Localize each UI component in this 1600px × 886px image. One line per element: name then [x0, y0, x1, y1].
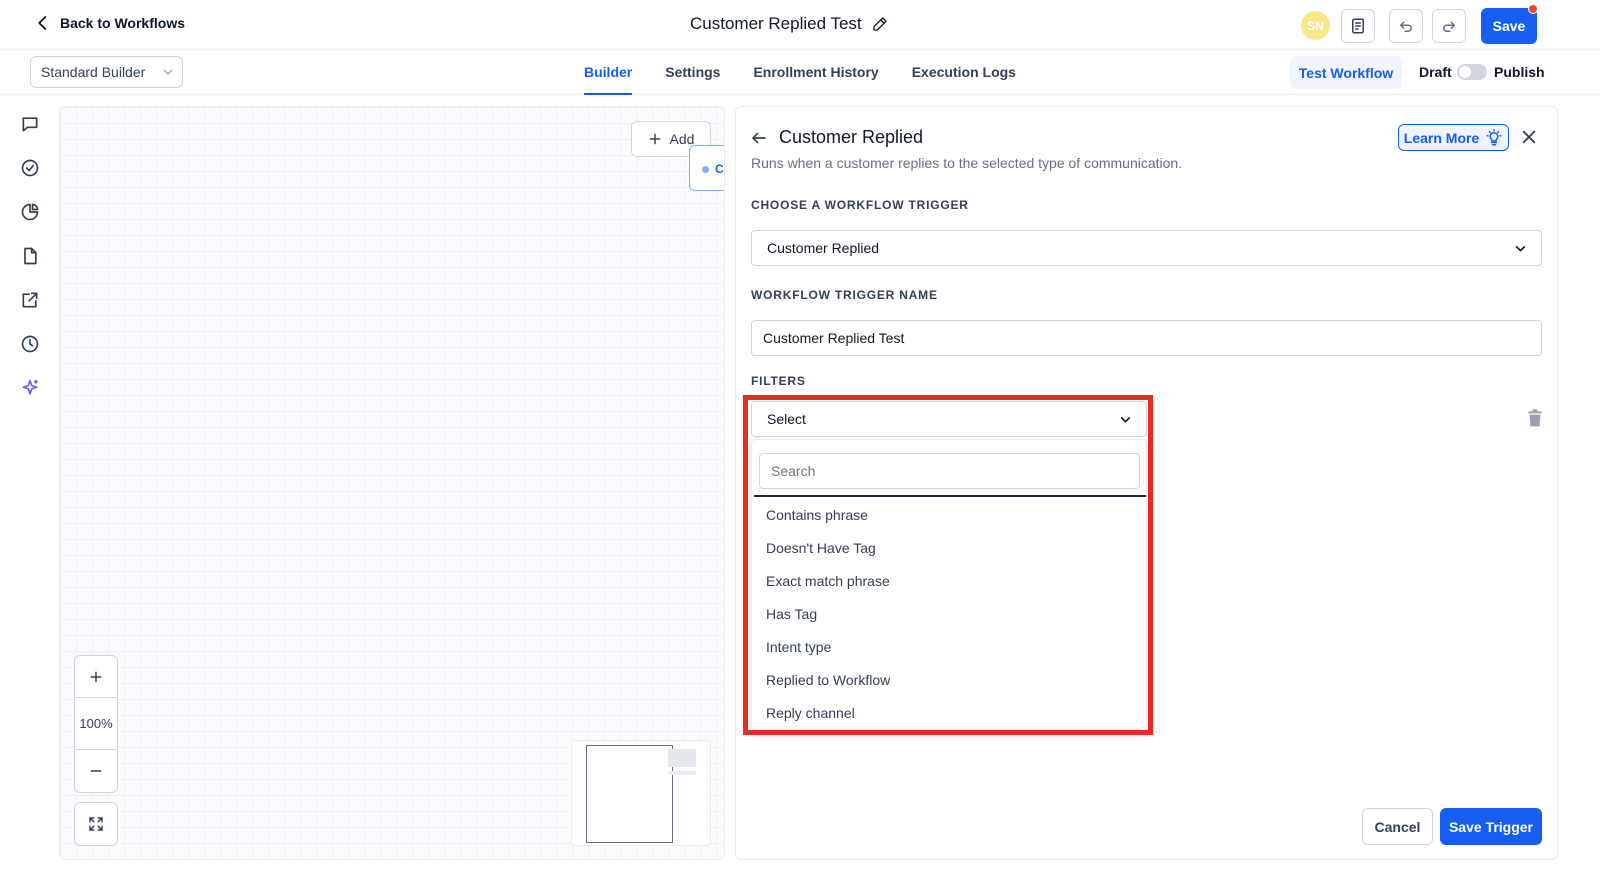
minus-icon — [90, 770, 102, 772]
add-label: Add — [669, 131, 695, 147]
dropdown-divider — [754, 495, 1146, 497]
rail-ai-button[interactable] — [20, 378, 40, 398]
rail-files-button[interactable] — [20, 246, 40, 266]
avatar[interactable]: SN — [1301, 11, 1330, 40]
filter-option-contains-phrase[interactable]: Contains phrase — [752, 498, 1148, 531]
tab-execution-logs[interactable]: Execution Logs — [912, 50, 1016, 95]
minimap-node — [668, 749, 696, 767]
save-button[interactable]: Save — [1481, 8, 1537, 44]
node-dot — [702, 166, 709, 173]
document-icon — [1352, 18, 1364, 34]
workflow-title: Customer Replied Test — [690, 14, 888, 34]
filter-search-input[interactable] — [759, 453, 1140, 489]
filter-select[interactable]: Select — [751, 401, 1147, 437]
pencil-icon[interactable] — [872, 16, 888, 32]
chevron-down-icon — [1120, 417, 1131, 423]
tab-enrollment-history[interactable]: Enrollment History — [753, 50, 878, 95]
sub-bar: Standard Builder Builder Settings Enroll… — [0, 50, 1600, 95]
minimap-viewport[interactable] — [586, 745, 673, 843]
back-label: Back to Workflows — [60, 15, 185, 31]
trigger-select-value: Customer Replied — [767, 240, 880, 256]
pie-chart-icon — [21, 203, 39, 221]
top-bar: Back to Workflows Customer Replied Test … — [0, 0, 1600, 50]
zoom-level: 100% — [75, 698, 117, 750]
save-trigger-button[interactable]: Save Trigger — [1440, 808, 1542, 845]
arrow-left-icon[interactable] — [750, 129, 768, 147]
panel-title: Customer Replied — [779, 127, 924, 147]
fit-view-button[interactable] — [74, 802, 118, 846]
notes-button[interactable] — [1341, 9, 1375, 43]
filter-select-value: Select — [767, 411, 806, 427]
trigger-name-input[interactable]: Customer Replied Test — [751, 320, 1542, 356]
trigger-name-value: Customer Replied Test — [763, 330, 905, 346]
zoom-out-button[interactable] — [75, 750, 117, 792]
cancel-button[interactable]: Cancel — [1362, 808, 1433, 845]
filter-option-exact-match-phrase[interactable]: Exact match phrase — [752, 564, 1148, 597]
check-circle-icon — [21, 159, 39, 177]
rail-history-button[interactable] — [20, 334, 40, 354]
minimap[interactable] — [571, 740, 711, 846]
tab-builder[interactable]: Builder — [584, 50, 633, 95]
tab-bar: Builder Settings Enrollment History Exec… — [584, 50, 1016, 95]
filter-option-list: Contains phrase Doesn't Have Tag Exact m… — [752, 498, 1148, 729]
zoom-controls: 100% — [74, 655, 118, 793]
close-icon[interactable] — [1520, 128, 1538, 146]
sparkle-icon — [22, 379, 38, 395]
filter-option-replied-to-workflow[interactable]: Replied to Workflow — [752, 663, 1148, 696]
filter-option-reply-channel[interactable]: Reply channel — [752, 696, 1148, 729]
panel-subtitle: Runs when a customer replies to the sele… — [751, 155, 1183, 171]
trigger-section-label: CHOOSE A WORKFLOW TRIGGER — [751, 198, 969, 212]
builder-mode-value: Standard Builder — [41, 64, 146, 80]
rail-share-button[interactable] — [20, 290, 40, 310]
builder-mode-select[interactable]: Standard Builder — [30, 56, 183, 88]
undo-icon — [1400, 21, 1412, 32]
plus-icon — [649, 133, 660, 145]
chevron-left-icon — [38, 16, 47, 30]
undo-button[interactable] — [1389, 9, 1423, 43]
tab-settings[interactable]: Settings — [665, 50, 720, 95]
learn-more-button[interactable]: Learn More — [1398, 124, 1509, 151]
file-icon — [24, 247, 37, 265]
clock-icon — [21, 335, 39, 353]
plus-icon — [90, 671, 102, 682]
draft-label: Draft — [1419, 64, 1452, 80]
learn-more-label: Learn More — [1403, 129, 1480, 146]
chevron-down-icon — [163, 69, 173, 75]
back-to-workflows-link[interactable]: Back to Workflows — [34, 14, 185, 32]
trigger-node[interactable]: C — [689, 145, 724, 191]
workflow-title-text: Customer Replied Test — [690, 14, 862, 33]
workflow-canvas[interactable]: Add C 100% — [59, 106, 725, 860]
rail-tasks-button[interactable] — [20, 158, 40, 178]
rail-stats-button[interactable] — [20, 202, 40, 222]
redo-button[interactable] — [1432, 9, 1466, 43]
publish-label: Publish — [1494, 64, 1545, 80]
zoom-in-button[interactable] — [75, 656, 117, 698]
fullscreen-icon — [89, 817, 103, 831]
node-label: C — [715, 162, 724, 176]
notification-dot — [1528, 4, 1538, 14]
chevron-down-icon — [1515, 246, 1526, 252]
minimap-line — [668, 771, 696, 775]
external-link-icon — [22, 292, 38, 308]
left-rail — [0, 96, 58, 886]
trigger-select[interactable]: Customer Replied — [751, 230, 1542, 266]
publish-toggle[interactable] — [1457, 64, 1487, 80]
chat-icon — [22, 117, 38, 132]
trash-icon[interactable] — [1525, 407, 1545, 429]
filter-option-intent-type[interactable]: Intent type — [752, 630, 1148, 663]
name-section-label: WORKFLOW TRIGGER NAME — [751, 288, 938, 302]
test-workflow-button[interactable]: Test Workflow — [1290, 56, 1402, 89]
filter-option-has-tag[interactable]: Has Tag — [752, 597, 1148, 630]
rail-chat-button[interactable] — [20, 114, 40, 134]
redo-icon — [1443, 21, 1455, 32]
filter-dropdown: Contains phrase Doesn't Have Tag Exact m… — [751, 439, 1147, 731]
filter-option-doesnt-have-tag[interactable]: Doesn't Have Tag — [752, 531, 1148, 564]
lightbulb-icon — [1486, 128, 1502, 145]
filters-section-label: FILTERS — [751, 374, 806, 388]
trigger-panel: Customer Replied Runs when a customer re… — [735, 106, 1558, 860]
